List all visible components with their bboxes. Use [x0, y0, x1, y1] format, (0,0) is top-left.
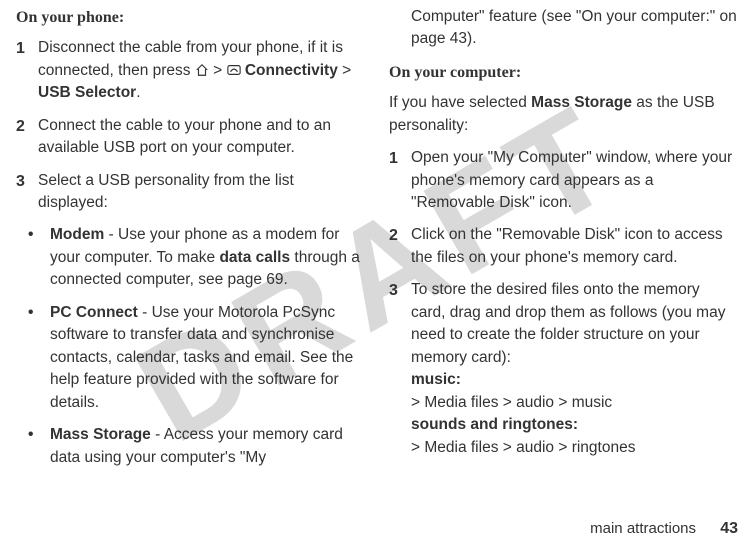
- bullet-dot: •: [28, 224, 50, 291]
- page-footer: main attractions 43: [590, 520, 738, 538]
- numbered-step: 2Click on the "Removable Disk" icon to a…: [389, 224, 738, 269]
- step-text: Disconnect the cable from your phone, if…: [38, 37, 365, 104]
- left-bullets: •Modem - Use your phone as a modem for y…: [16, 224, 365, 469]
- numbered-step: 1Open your "My Computer" window, where y…: [389, 147, 738, 214]
- home-icon: [195, 63, 209, 77]
- footer-page-number: 43: [720, 520, 738, 537]
- numbered-step: 3Select a USB personality from the list …: [16, 170, 365, 215]
- right-heading: On your computer:: [389, 61, 738, 84]
- right-column: Computer" feature (see "On your computer…: [389, 6, 738, 502]
- bullet-item: •Mass Storage - Access your memory card …: [28, 424, 365, 469]
- right-steps: 1Open your "My Computer" window, where y…: [389, 147, 738, 459]
- continuation-text: Computer" feature (see "On your computer…: [411, 6, 738, 51]
- step-text: Click on the "Removable Disk" icon to ac…: [411, 224, 738, 269]
- step-number: 3: [389, 279, 411, 459]
- right-intro: If you have selected Mass Storage as the…: [389, 92, 738, 137]
- bullet-item: •PC Connect - Use your Motorola PcSync s…: [28, 302, 365, 414]
- link-icon: [227, 63, 241, 77]
- step-text: Select a USB personality from the list d…: [38, 170, 365, 215]
- numbered-step: 3To store the desired files onto the mem…: [389, 279, 738, 459]
- step-text: Open your "My Computer" window, where yo…: [411, 147, 738, 214]
- left-steps: 1Disconnect the cable from your phone, i…: [16, 37, 365, 214]
- bullet-text: Mass Storage - Access your memory card d…: [50, 424, 365, 469]
- footer-section: main attractions: [590, 520, 696, 537]
- step-number: 3: [16, 170, 38, 215]
- step-number: 1: [389, 147, 411, 214]
- step-number: 2: [389, 224, 411, 269]
- left-heading: On your phone:: [16, 6, 365, 29]
- bullet-item: •Modem - Use your phone as a modem for y…: [28, 224, 365, 291]
- step-text: To store the desired files onto the memo…: [411, 279, 738, 459]
- left-column: On your phone: 1Disconnect the cable fro…: [16, 6, 365, 502]
- numbered-step: 2Connect the cable to your phone and to …: [16, 115, 365, 160]
- bullet-dot: •: [28, 302, 50, 414]
- page-content: On your phone: 1Disconnect the cable fro…: [0, 0, 756, 546]
- step-number: 2: [16, 115, 38, 160]
- bullet-text: Modem - Use your phone as a modem for yo…: [50, 224, 365, 291]
- bullet-dot: •: [28, 424, 50, 469]
- step-text: Connect the cable to your phone and to a…: [38, 115, 365, 160]
- bullet-text: PC Connect - Use your Motorola PcSync so…: [50, 302, 365, 414]
- step-number: 1: [16, 37, 38, 104]
- numbered-step: 1Disconnect the cable from your phone, i…: [16, 37, 365, 104]
